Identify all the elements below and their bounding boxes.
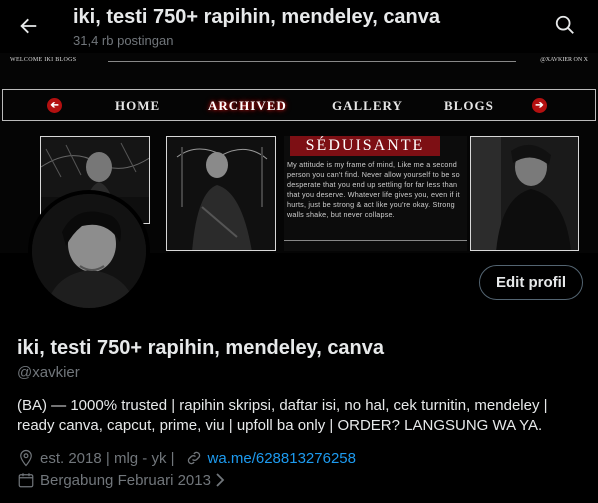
banner-quote-title: SÉDUISANTE: [290, 136, 440, 156]
search-button[interactable]: [554, 14, 578, 38]
profile-joined: Bergabung Februari 2013: [40, 471, 211, 489]
top-bar: iki, testi 750+ rapihin, mendeley, canva…: [0, 0, 598, 53]
banner-nav-gallery: GALLERY: [332, 98, 403, 113]
profile-handle: @xavkier: [17, 364, 80, 381]
avatar[interactable]: [28, 190, 150, 312]
banner-quote-text: My attitude is my frame of mind, Like me…: [287, 160, 460, 219]
back-button[interactable]: [14, 12, 42, 40]
banner-quote-rule: [284, 240, 467, 241]
profile-location: est. 2018 | mlg - yk |: [40, 449, 175, 467]
banner-nav-archived: ARCHIVED: [208, 98, 287, 113]
arrow-right-icon: ➔: [532, 98, 547, 113]
banner-nav: ➔ HOME ARCHIVED GALLERY BLOGS ➔: [2, 89, 596, 121]
profile-bio: (BA) — 1000% trusted | rapihin skripsi, …: [17, 397, 548, 434]
arrow-left-icon: [20, 18, 37, 34]
arrow-left-icon: ➔: [47, 98, 62, 113]
banner-handle-text: @XAVKIER ON X: [540, 57, 588, 63]
chevron-right-icon: [216, 473, 225, 487]
banner-welcome-text: WELCOME IKI BLOGS: [10, 57, 77, 63]
profile-name: iki, testi 750+ rapihin, mendeley, canva: [17, 337, 385, 359]
calendar-icon: [18, 473, 34, 488]
link-icon: [187, 451, 200, 465]
post-count: 31,4 rb postingan: [73, 33, 174, 48]
banner-welcome-row: WELCOME IKI BLOGS @XAVKIER ON X: [0, 53, 598, 69]
banner-photo: [166, 136, 276, 251]
search-icon: [555, 15, 574, 34]
page-title: iki, testi 750+ rapihin, mendeley, canva: [73, 6, 441, 28]
banner-quote-box: SÉDUISANTE My attitude is my frame of mi…: [284, 136, 467, 251]
banner-photo: [470, 136, 579, 251]
profile-website-link[interactable]: wa.me/628813276258: [208, 450, 356, 467]
edit-profile-button[interactable]: Edit profil: [479, 265, 583, 300]
location-icon: [20, 449, 32, 467]
banner-nav-home: HOME: [115, 98, 161, 113]
banner-divider: [108, 61, 516, 62]
banner-nav-blogs: BLOGS: [444, 98, 494, 113]
profile-joined-row[interactable]: Bergabung Februari 2013: [17, 470, 225, 490]
avatar-image: [32, 194, 146, 308]
profile-meta-row: est. 2018 | mlg - yk | wa.me/62881327625…: [17, 448, 356, 468]
